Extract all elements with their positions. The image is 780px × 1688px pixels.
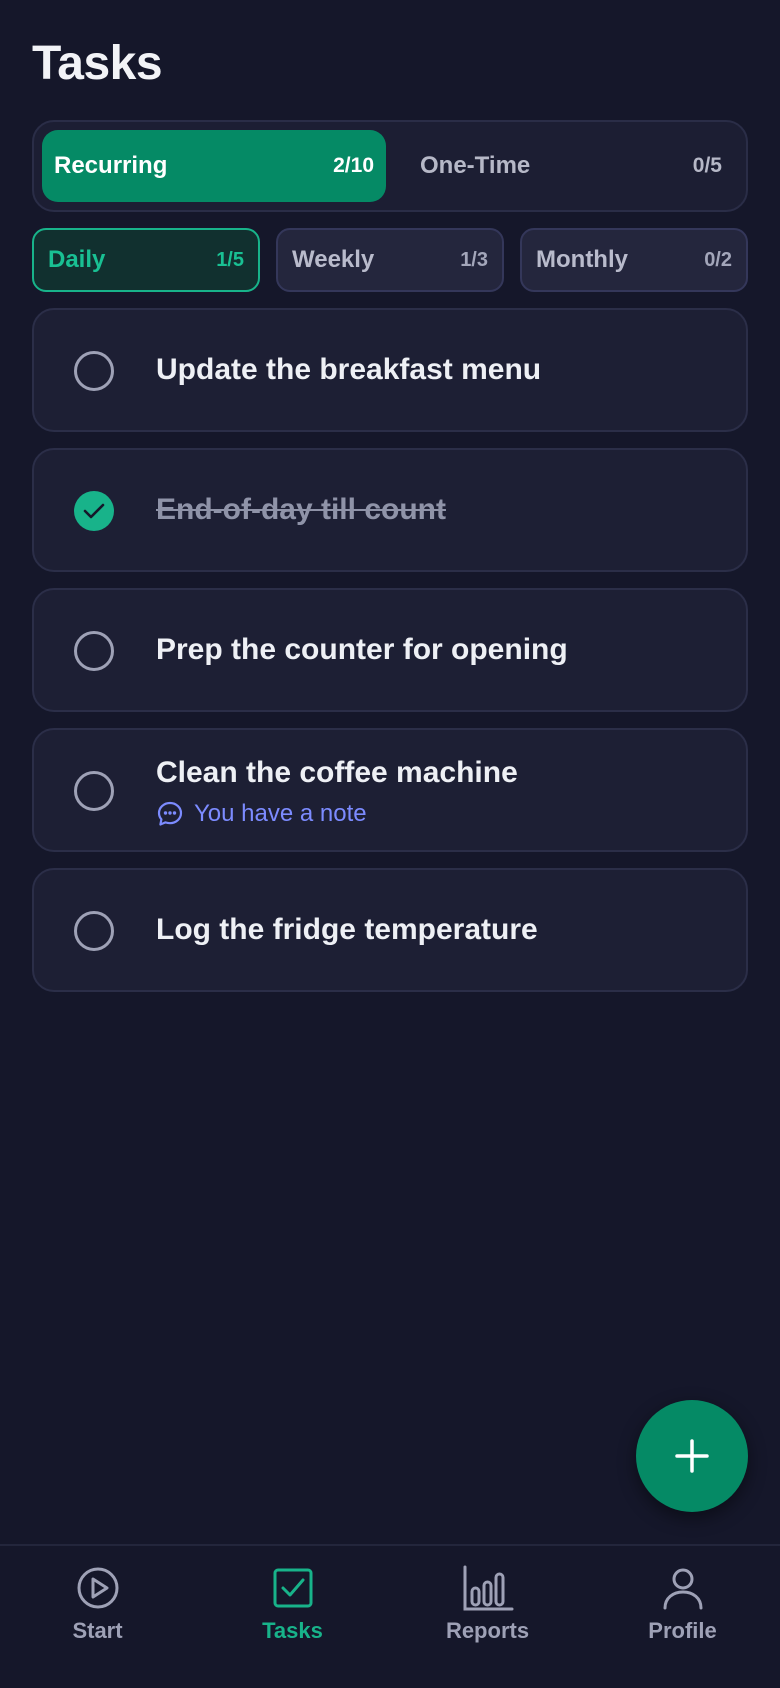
note-text: You have a note: [194, 800, 367, 827]
play-icon: [77, 1567, 118, 1609]
filter-chip-monthly[interactable]: Monthly 0/2: [520, 228, 748, 292]
nav-label: Start: [72, 1618, 123, 1643]
segment-count: 2/10: [333, 154, 374, 177]
nav-label: Reports: [445, 1618, 530, 1643]
nav-item-start[interactable]: Start: [0, 1564, 195, 1664]
plus-icon: [675, 1439, 709, 1473]
chip-count: 1/5: [216, 248, 244, 271]
nav-item-profile[interactable]: Profile: [585, 1564, 780, 1664]
filter-chip-daily[interactable]: Daily 1/5: [32, 228, 260, 292]
task-note-indicator[interactable]: You have a note: [156, 800, 367, 828]
chip-count: 1/3: [460, 248, 488, 271]
task-checkbox[interactable]: [74, 351, 114, 391]
chip-label: Daily: [48, 246, 106, 273]
user-icon: [663, 1568, 702, 1610]
task-checkbox[interactable]: [74, 631, 114, 671]
segment-label: Recurring: [54, 152, 168, 179]
task-type-segmented-control: Recurring 2/10 One-Time 0/5: [32, 120, 748, 212]
segment-count: 0/5: [692, 154, 722, 177]
bottom-navigation: Start Tasks Reports Profile: [0, 1544, 780, 1688]
task-title: Prep the counter for opening: [156, 633, 568, 666]
task-card[interactable]: Prep the counter for opening: [32, 588, 748, 712]
task-title: Log the fridge temperature: [156, 913, 538, 946]
task-title: Update the breakfast menu: [156, 353, 542, 386]
task-card[interactable]: Update the breakfast menu: [32, 308, 748, 432]
add-task-button[interactable]: [636, 1400, 748, 1512]
task-title: Clean the coffee machine: [156, 756, 518, 789]
nav-label: Profile: [648, 1618, 717, 1643]
chip-label: Monthly: [536, 246, 628, 273]
segment-label: One-Time: [420, 152, 531, 179]
task-checkbox[interactable]: [74, 771, 114, 811]
task-title: End-of-day till count: [156, 493, 446, 526]
checkbox-icon: [273, 1568, 312, 1608]
nav-item-reports[interactable]: Reports: [390, 1564, 585, 1664]
filter-chip-weekly[interactable]: Weekly 1/3: [276, 228, 504, 292]
task-checkbox[interactable]: [74, 911, 114, 951]
bar-chart-icon: [463, 1565, 513, 1611]
tasks-screen: Tasks Recurring 2/10 One-Time 0/5 Daily …: [0, 0, 780, 1688]
segment-recurring[interactable]: Recurring 2/10: [42, 130, 386, 202]
task-checkbox-checked[interactable]: [74, 491, 114, 531]
task-card[interactable]: End-of-day till count: [32, 448, 748, 572]
chip-count: 0/2: [704, 248, 732, 271]
nav-item-tasks[interactable]: Tasks: [195, 1564, 390, 1664]
checkmark-icon: [83, 503, 105, 519]
segment-one-time[interactable]: One-Time 0/5: [394, 130, 742, 202]
task-card[interactable]: Log the fridge temperature: [32, 868, 748, 992]
chip-label: Weekly: [292, 246, 375, 273]
nav-label: Tasks: [262, 1618, 323, 1643]
page-title: Tasks: [32, 37, 163, 90]
task-card[interactable]: Clean the coffee machine You have a note: [32, 728, 748, 852]
chat-bubble-icon: [157, 801, 183, 826]
